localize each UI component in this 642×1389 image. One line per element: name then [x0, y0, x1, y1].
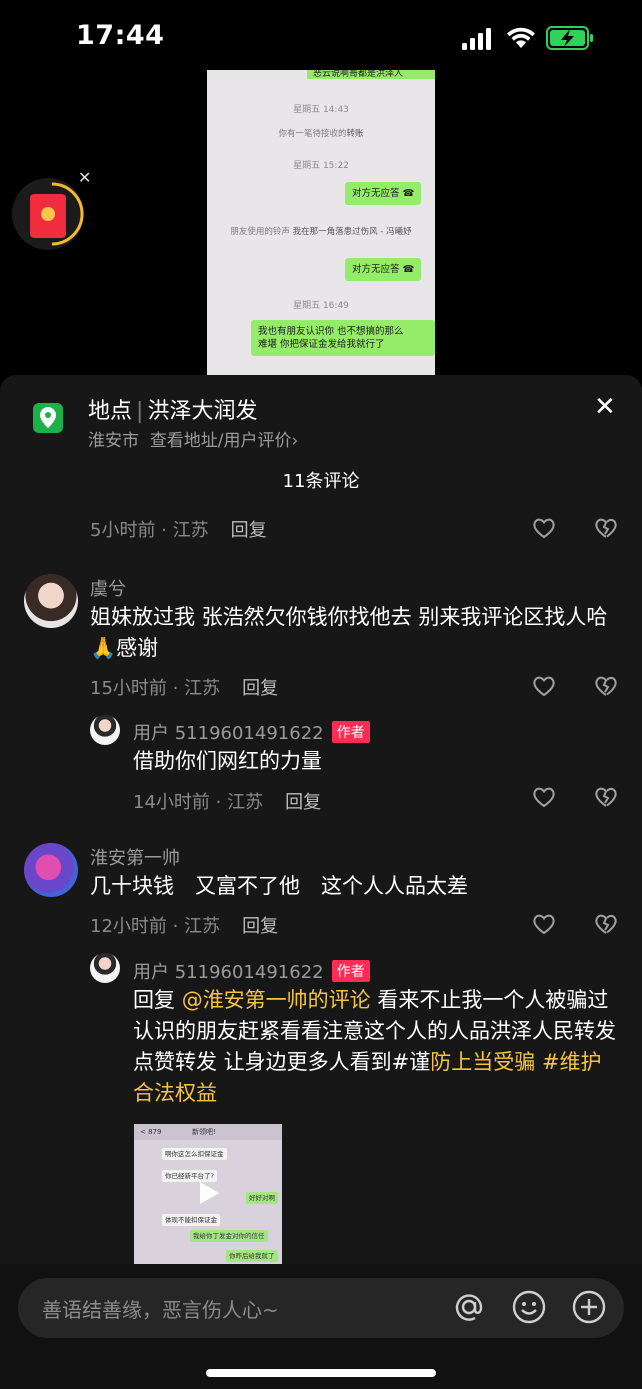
reply-video-thumbnail[interactable]: < 879 新领吧! 啊你这怎么扣保证金 你已经新平台了? 好好对啊 体现不能扣保… — [134, 1124, 282, 1264]
reply-meta: 14小时前 · 江苏 回复 — [133, 792, 322, 813]
dislike-broken-heart-icon[interactable] — [594, 913, 618, 935]
like-heart-icon[interactable] — [532, 675, 556, 697]
emoji-icon[interactable] — [512, 1290, 546, 1324]
wifi-icon — [507, 27, 535, 48]
status-time: 17:44 — [76, 20, 165, 51]
avatar[interactable] — [24, 843, 78, 897]
reply-button[interactable]: 回复 — [242, 916, 278, 937]
video-chat-header: < 879 新领吧! — [134, 1124, 282, 1140]
mention-link[interactable]: @淮安第一帅的评论 — [182, 988, 371, 1012]
comment-count: 11条评论 — [282, 471, 360, 492]
add-plus-icon[interactable] — [572, 1290, 606, 1324]
reply-button[interactable]: 回复 — [242, 678, 278, 699]
cellular-signal-icon — [462, 28, 491, 50]
comment-meta: 5小时前 · 江苏 回复 — [90, 520, 267, 541]
reply-button[interactable]: 回复 — [231, 520, 267, 541]
comment-username[interactable]: 淮安第一帅 — [90, 844, 180, 870]
reply-text: 回复 @淮安第一帅的评论 看来不止我一个人被骗过 认识的朋友赶紧看看注意这个人的… — [133, 988, 616, 1105]
chat-timestamp: 星期五 15:22 — [293, 161, 349, 171]
chat-timestamp: 星期五 14:43 — [293, 105, 349, 115]
chat-bubble-partial: 恶云说啊哥都是洪泽人 — [307, 70, 435, 79]
battery-charging-icon — [546, 26, 593, 50]
close-icon[interactable]: ✕ — [594, 392, 616, 422]
location-subtitle[interactable]: 淮安市 查看地址/用户评价› — [88, 426, 298, 451]
video-chat-screenshot[interactable]: 恶云说啊哥都是洪泽人 星期五 14:43 你有一笔待接收的转账 星期五 15:2… — [207, 70, 435, 375]
like-heart-icon[interactable] — [532, 517, 556, 539]
red-envelope-icon — [30, 194, 66, 238]
comment-input-placeholder: 善语结善缘，恶言伤人心~ — [42, 1298, 279, 1322]
like-heart-icon[interactable] — [532, 786, 556, 808]
mention-at-icon[interactable] — [452, 1290, 486, 1324]
red-packet-widget[interactable] — [12, 178, 84, 250]
chat-ringtone-notice: 朋友使用的铃声 我在那一角落患过伤风 - 冯曦妤 — [230, 227, 412, 237]
play-icon[interactable] — [194, 1179, 222, 1207]
dislike-broken-heart-icon[interactable] — [594, 675, 618, 697]
location-pin-icon — [33, 403, 63, 433]
author-badge: 作者 — [331, 960, 370, 982]
reply-button[interactable]: 回复 — [285, 792, 321, 813]
comment-meta: 12小时前 · 江苏 回复 — [90, 916, 279, 937]
dislike-broken-heart-icon[interactable] — [594, 786, 618, 808]
comment-meta: 15小时前 · 江苏 回复 — [90, 678, 279, 699]
avatar[interactable] — [90, 953, 120, 983]
dislike-broken-heart-icon[interactable] — [594, 517, 618, 539]
avatar[interactable] — [24, 574, 78, 628]
reply-username[interactable]: 用户 5119601491622 作者 — [133, 719, 370, 745]
reply-username[interactable]: 用户 5119601491622 作者 — [133, 958, 370, 984]
chevron-right-icon: › — [291, 431, 299, 451]
avatar[interactable] — [90, 715, 120, 745]
red-packet-close-icon[interactable]: ✕ — [78, 168, 91, 187]
hashtag-link[interactable]: 防上当受骗 — [430, 1050, 535, 1074]
comment-text: 姐妹放过我 张浩然欠你钱你找他去 别来我评论区找人哈🙏感谢 — [90, 605, 608, 660]
chat-transfer-notice: 你有一笔待接收的转账 — [278, 129, 364, 139]
author-badge: 作者 — [331, 721, 370, 743]
chat-timestamp: 星期五 16:49 — [293, 301, 349, 311]
location-title[interactable]: 地点 | 洪泽大润发 — [88, 393, 257, 425]
comment-text: 几十块钱 又富不了他 这个人人品太差 — [90, 874, 468, 898]
chat-bubble-call: 对方无应答 ☎ — [345, 258, 422, 281]
like-heart-icon[interactable] — [532, 913, 556, 935]
chat-bubble-message: 我也有朋友认识你 也不想搞的那么 难堪 你把保证金发给我就行了 — [251, 320, 435, 356]
home-indicator[interactable] — [206, 1369, 436, 1377]
chat-bubble-call: 对方无应答 ☎ — [345, 182, 422, 205]
comment-username[interactable]: 虞兮 — [90, 575, 126, 601]
status-bar: 17:44 — [0, 0, 642, 76]
reply-text: 借助你们网红的力量 — [133, 749, 322, 773]
